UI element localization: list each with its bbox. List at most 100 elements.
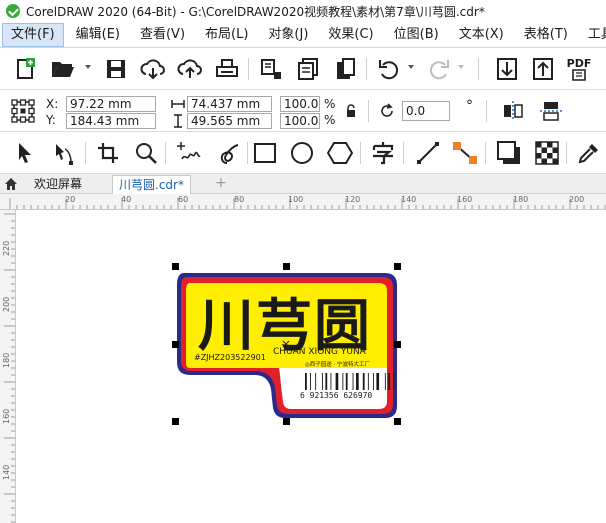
scale-width-input[interactable]: 100.0	[280, 96, 320, 112]
selection-handle[interactable]	[394, 341, 401, 348]
redo-button[interactable]	[426, 56, 452, 82]
barcode-bar	[345, 373, 348, 390]
ellipse-icon	[291, 142, 313, 164]
tab-welcome-screen[interactable]: 欢迎屏幕	[28, 175, 88, 194]
pick-tool[interactable]	[12, 140, 38, 166]
freehand-tool[interactable]	[176, 140, 202, 166]
print-icon	[216, 59, 238, 77]
menu-bitmaps[interactable]: 位图(B)	[386, 23, 447, 47]
new-document-button[interactable]	[12, 56, 38, 82]
menu-layout[interactable]: 布局(L)	[197, 23, 256, 47]
export-up-button[interactable]	[530, 56, 556, 82]
menu-table[interactable]: 表格(T)	[516, 23, 576, 47]
save-button[interactable]	[103, 56, 129, 82]
tab-document[interactable]: 川芎圆.cdr*	[112, 175, 191, 194]
print-button[interactable]	[214, 56, 240, 82]
eyedropper-tool[interactable]	[576, 140, 602, 166]
ruler-h-label: 100	[288, 195, 304, 204]
zoom-tool[interactable]	[133, 140, 159, 166]
ruler-h-label: 160	[457, 195, 473, 204]
barcode-bar	[356, 373, 359, 390]
transparency-tool[interactable]	[534, 140, 560, 166]
menu-edit[interactable]: 编辑(E)	[68, 23, 128, 47]
lock-ratio-button[interactable]	[338, 98, 364, 124]
height-input[interactable]: 49.565 mm	[187, 113, 272, 129]
undo-dropdown-icon[interactable]	[408, 65, 414, 69]
selection-handle[interactable]	[394, 263, 401, 270]
text-tool[interactable]	[370, 140, 396, 166]
redo-dropdown-icon[interactable]	[458, 65, 464, 69]
export-pdf-button[interactable]: PDF	[566, 56, 592, 82]
dimension-tool[interactable]	[415, 140, 441, 166]
toolbox	[0, 132, 606, 174]
label-white-panel	[279, 368, 387, 409]
open-folder-icon	[52, 62, 74, 77]
selection-handle[interactable]	[394, 418, 401, 425]
drop-shadow-tool[interactable]	[496, 140, 522, 166]
y-label: Y:	[46, 113, 56, 127]
mirror-vertical-icon	[540, 102, 562, 121]
artistic-media-icon	[220, 144, 239, 164]
vertical-ruler[interactable]: 220 200 180 160 140	[0, 210, 16, 523]
scale-height-input[interactable]: 100.0	[280, 113, 320, 129]
barcode-bar	[310, 373, 311, 390]
menu-view[interactable]: 查看(V)	[132, 23, 193, 47]
menu-effects[interactable]: 效果(C)	[320, 23, 381, 47]
x-position-input[interactable]: 97.22 mm	[66, 96, 156, 112]
toolbar-separator	[566, 142, 567, 164]
menu-tools[interactable]: 工具	[580, 23, 606, 47]
ruler-h-label: 80	[234, 195, 245, 204]
export-button[interactable]	[295, 56, 321, 82]
selection-handle[interactable]	[172, 341, 179, 348]
width-input[interactable]: 74.437 mm	[187, 96, 272, 112]
barcode-bar	[376, 373, 380, 390]
home-icon[interactable]	[4, 177, 18, 191]
publish-button[interactable]	[332, 56, 358, 82]
ruler-v-label: 220	[2, 240, 11, 256]
open-button[interactable]	[50, 56, 76, 82]
freehand-icon	[177, 142, 201, 160]
undo-button[interactable]	[376, 56, 402, 82]
selection-handle[interactable]	[172, 263, 179, 270]
rectangle-tool[interactable]	[252, 140, 278, 166]
toolbar-separator	[248, 58, 249, 80]
connector-tool[interactable]	[452, 140, 478, 166]
selection-handle[interactable]	[283, 263, 290, 270]
menu-file[interactable]: 文件(F)	[2, 22, 64, 47]
shape-tool[interactable]	[52, 140, 78, 166]
import-down-button[interactable]	[494, 56, 520, 82]
rotation-label-button	[374, 98, 400, 124]
redo-icon	[429, 60, 449, 80]
polygon-tool[interactable]	[327, 140, 353, 166]
object-origin-button[interactable]	[10, 98, 36, 124]
menu-object[interactable]: 对象(J)	[260, 23, 316, 47]
shape-node-icon	[56, 144, 73, 165]
selection-handle[interactable]	[172, 418, 179, 425]
cloud-upload-button[interactable]	[177, 56, 203, 82]
artistic-media-tool[interactable]	[216, 140, 242, 166]
import-button[interactable]	[258, 56, 284, 82]
mirror-vertical-button[interactable]	[538, 98, 564, 124]
toolbar-separator	[366, 58, 367, 80]
ellipse-tool[interactable]	[289, 140, 315, 166]
ruler-h-label: 140	[401, 195, 417, 204]
open-dropdown-icon[interactable]	[85, 65, 91, 69]
rotate-icon	[381, 103, 393, 117]
cloud-download-icon	[140, 59, 165, 80]
y-position-input[interactable]: 184.43 mm	[66, 113, 156, 129]
rotation-input[interactable]: 0.0	[402, 101, 450, 121]
ruler-v-label: 140	[2, 464, 11, 480]
selected-label-artwork[interactable]: 川芎圆 #ZJHZ203522901 CHUAN XIONG YUNA ◎西子园…	[17, 211, 606, 523]
toolbar-separator	[368, 100, 369, 122]
drawing-canvas[interactable]: 川芎圆 #ZJHZ203522901 CHUAN XIONG YUNA ◎西子园…	[17, 211, 606, 523]
menu-text[interactable]: 文本(X)	[451, 23, 512, 47]
mirror-horizontal-button[interactable]	[500, 98, 526, 124]
selection-handle[interactable]	[283, 418, 290, 425]
coreldraw-logo-icon	[6, 4, 20, 18]
crop-tool[interactable]	[95, 140, 121, 166]
cloud-download-button[interactable]	[140, 56, 166, 82]
new-document-icon	[17, 58, 35, 79]
add-tab-button[interactable]: +	[213, 176, 229, 192]
horizontal-ruler[interactable]: 20 40 60 80 100 120 140 160 180 200	[0, 194, 606, 210]
barcode-bar	[322, 373, 323, 390]
